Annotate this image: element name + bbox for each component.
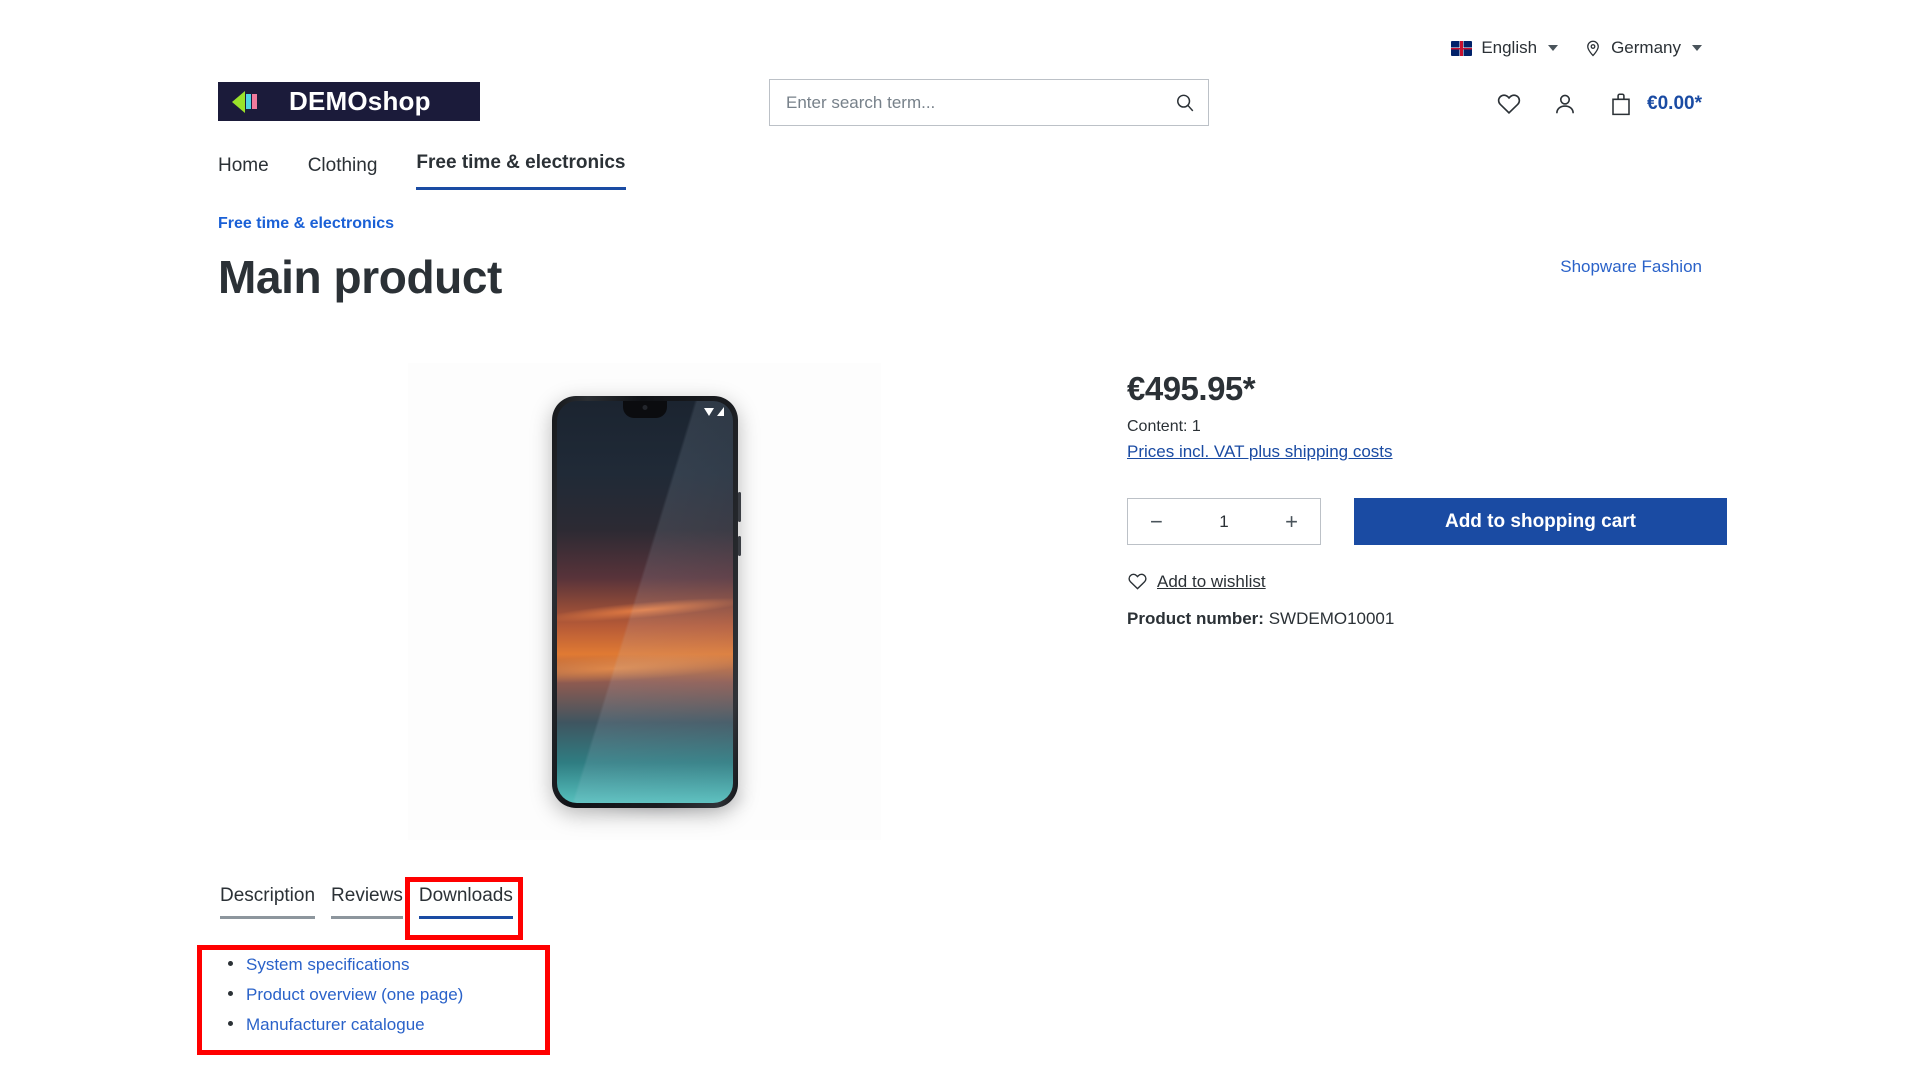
uk-flag-icon (1451, 40, 1473, 56)
product-number-label: Product number: (1127, 609, 1264, 628)
header-actions: €0.00* (1496, 82, 1702, 126)
utility-topbar: English Germany (0, 38, 1920, 58)
cart-total: €0.00* (1647, 93, 1702, 114)
tab-underline (331, 916, 403, 919)
wifi-icon (703, 407, 714, 416)
nav-item-free-time-electronics[interactable]: Free time & electronics (416, 152, 626, 190)
product-buy-box: €495.95* Content: 1 Prices incl. VAT plu… (1127, 370, 1727, 629)
language-label: English (1481, 38, 1538, 57)
account-button[interactable] (1552, 91, 1578, 117)
smartphone-product-image (551, 395, 750, 816)
tab-reviews-label: Reviews (331, 885, 403, 906)
site-header: DEMOshop Enter search term... €0.00* (218, 79, 1702, 140)
product-image-gallery[interactable] (408, 363, 881, 840)
product-number: Product number: SWDEMO10001 (1127, 609, 1727, 629)
quantity-decrease-button[interactable]: − (1146, 510, 1167, 533)
buy-row: − + Add to shopping cart (1127, 498, 1727, 545)
wishlist-button[interactable] (1496, 91, 1522, 117)
tab-description[interactable]: Description (220, 885, 316, 919)
search-input[interactable] (770, 80, 1162, 125)
downloads-list: System specifications Product overview (… (228, 955, 463, 1035)
page-title: Main product (218, 251, 502, 303)
downloads-panel: System specifications Product overview (… (228, 955, 463, 1045)
country-label: Germany (1611, 38, 1681, 57)
download-link-system-specifications[interactable]: System specifications (246, 955, 409, 975)
manufacturer-link[interactable]: Shopware Fashion (1560, 257, 1702, 277)
phone-power-button (737, 535, 741, 556)
nav-item-home[interactable]: Home (218, 155, 269, 190)
vat-shipping-link[interactable]: Prices incl. VAT plus shipping costs (1127, 442, 1393, 462)
add-to-wishlist-button[interactable]: Add to wishlist (1127, 571, 1727, 592)
add-to-cart-button[interactable]: Add to shopping cart (1354, 498, 1727, 545)
quantity-stepper[interactable]: − + (1127, 498, 1321, 545)
product-detail-tabs: Description Reviews Downloads (220, 885, 529, 919)
chevron-down-icon (1548, 45, 1559, 51)
tab-description-label: Description (220, 885, 316, 906)
search-bar[interactable] (769, 79, 1209, 126)
logo-text: DEMOshop (289, 86, 431, 116)
location-pin-icon (1587, 40, 1599, 57)
add-to-wishlist-label: Add to wishlist (1157, 571, 1266, 591)
phone-notch (622, 400, 667, 418)
tab-underline (220, 916, 316, 919)
shop-logo[interactable]: DEMOshop (218, 82, 480, 121)
product-price: €495.95* (1127, 370, 1256, 407)
bag-icon (1612, 92, 1630, 115)
logo-mark-icon (232, 90, 257, 113)
breadcrumb[interactable]: Free time & electronics (218, 215, 394, 233)
list-item[interactable]: Product overview (one page) (228, 985, 463, 1005)
phone-status-icons (703, 406, 724, 416)
list-item[interactable]: System specifications (228, 955, 463, 975)
heart-icon (1128, 573, 1147, 590)
chevron-down-icon (1692, 45, 1702, 51)
user-icon (1556, 94, 1574, 114)
bullet-icon (228, 991, 233, 996)
tab-downloads[interactable]: Downloads (418, 885, 513, 919)
download-link-product-overview[interactable]: Product overview (one page) (246, 985, 463, 1005)
list-item[interactable]: Manufacturer catalogue (228, 1015, 463, 1035)
quantity-input[interactable] (1194, 511, 1254, 532)
search-icon (1177, 94, 1194, 111)
signal-icon (716, 406, 724, 416)
product-content: Content: 1 (1127, 418, 1201, 435)
nav-item-clothing[interactable]: Clothing (308, 155, 378, 190)
quantity-increase-button[interactable]: + (1281, 510, 1302, 533)
search-button[interactable] (1162, 80, 1208, 125)
product-number-value: SWDEMO10001 (1268, 609, 1395, 628)
tab-reviews[interactable]: Reviews (331, 885, 403, 919)
cart-button[interactable]: €0.00* (1608, 91, 1702, 118)
main-navigation: Home Clothing Free time & electronics (218, 152, 626, 190)
download-link-manufacturer-catalogue[interactable]: Manufacturer catalogue (246, 1015, 425, 1035)
tab-downloads-label: Downloads (418, 885, 513, 906)
language-selector[interactable]: English (1451, 38, 1559, 58)
tab-underline-active (418, 916, 513, 919)
product-detail-page: English Germany DEMOshop Enter search te… (0, 0, 1920, 1080)
heart-icon (1497, 94, 1521, 115)
bullet-icon (228, 961, 233, 966)
bullet-icon (228, 1021, 233, 1026)
country-selector[interactable]: Germany (1584, 38, 1702, 58)
phone-volume-button (737, 491, 741, 522)
